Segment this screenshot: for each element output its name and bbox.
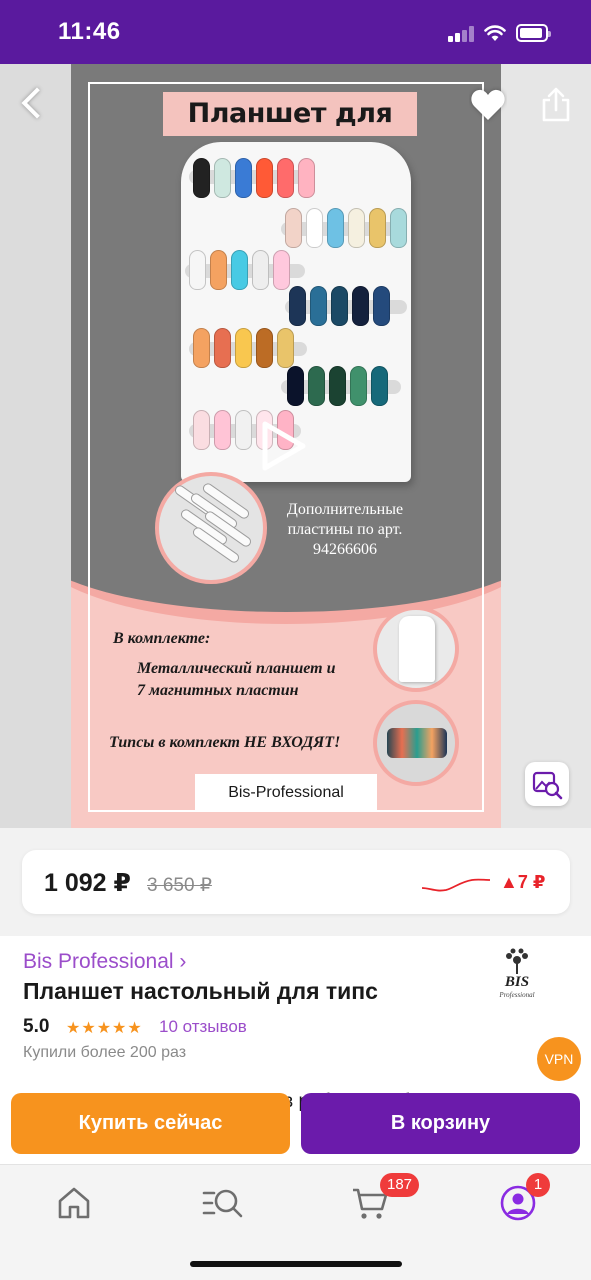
tips-note: Типсы в комплект НЕ ВХОДЯТ! [109,734,341,751]
product-image[interactable]: Планшет для типс [71,64,501,828]
status-time: 11:46 [58,18,121,45]
purchase-count: Купили более 200 раз [23,1044,187,1061]
current-price: 1 092 ₽ [44,869,131,897]
battery-icon [516,24,551,42]
nav-cart[interactable]: 187 [350,1173,420,1223]
play-icon[interactable] [251,416,311,476]
cellular-signal-icon [448,26,476,42]
home-indicator [190,1261,402,1267]
brand-link[interactable]: Bis Professional › [23,950,186,974]
reviews-link[interactable]: 10 отзывов [159,1017,247,1037]
gallery-next-image [501,64,591,828]
price-section: 1 092 ₽ 3 650 ₽ ▲7 ₽ [0,828,591,936]
cart-badge: 187 [380,1173,420,1197]
nav-profile[interactable]: 1 [498,1173,550,1223]
poster-title: Планшет для типс [163,92,417,173]
search-by-photo-button[interactable] [525,762,569,806]
rating-value: 5.0 [23,1016,50,1037]
gallery-prev-image [0,64,71,828]
rating-stars: ★★★★★ [66,1020,143,1037]
wifi-icon [484,25,506,41]
product-title: Планшет настольный для типс [23,978,378,1004]
product-gallery[interactable]: Планшет для типс [0,64,591,828]
nav-catalog[interactable] [202,1183,244,1223]
brand-logo[interactable]: BIS Professional [462,944,572,1002]
add-to-cart-button[interactable]: В корзину [301,1093,580,1154]
extra-plates-text: Дополнительные пластины по арт. 94266606 [286,501,404,558]
tips-photo [373,700,459,786]
kit-heading: В комплекте: [113,630,211,647]
buy-now-button[interactable]: Купить сейчас [11,1093,290,1154]
kit-item-2: 7 магнитных пластин [137,682,299,699]
old-price: 3 650 ₽ [147,875,212,896]
heart-icon[interactable] [469,86,507,124]
extra-plates-image [155,472,267,584]
catalog-search-icon [202,1189,243,1218]
brand-logo-subtext: Professional [498,991,534,999]
board-photo [373,606,459,692]
status-bar: 11:46 [0,0,591,64]
vpn-badge[interactable]: VPN [537,1037,581,1081]
image-search-icon [532,771,563,800]
poster-brand: Bis-Professional [195,774,377,812]
share-icon[interactable] [540,86,572,124]
home-icon [58,1187,90,1219]
bottom-nav: 187 1 [0,1164,591,1280]
price-change: ▲7 ₽ [500,872,546,892]
price-card[interactable]: 1 092 ₽ 3 650 ₽ ▲7 ₽ [22,850,570,914]
price-history-graph [421,878,491,892]
profile-badge: 1 [526,1173,550,1197]
nav-home[interactable] [54,1183,94,1223]
kit-item-1: Металлический планшет и [137,660,336,677]
brand-logo-text: BIS [504,974,529,990]
